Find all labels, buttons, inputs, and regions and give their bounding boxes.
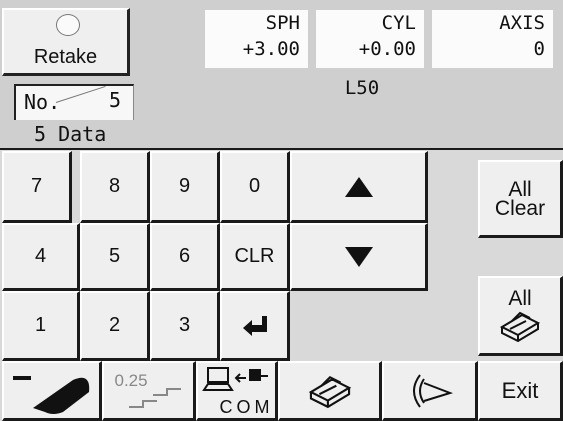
- key-5[interactable]: 5: [80, 223, 150, 291]
- record-number-box: No. 5: [14, 84, 134, 120]
- minus-lens-button[interactable]: [2, 361, 102, 421]
- record-number-label: No.: [24, 90, 61, 114]
- step-icon: 0.25: [109, 369, 189, 413]
- enter-key[interactable]: [220, 291, 290, 361]
- axis-value: 0: [533, 38, 545, 60]
- print-all-label: All: [508, 286, 532, 310]
- key-6[interactable]: 6: [150, 223, 220, 291]
- sph-value: +3.00: [242, 38, 300, 60]
- key-7[interactable]: 7: [2, 151, 72, 223]
- all-clear-button[interactable]: All Clear: [478, 160, 563, 238]
- com-label: COM: [219, 396, 274, 417]
- cyl-label: CYL: [381, 12, 416, 34]
- exit-button[interactable]: Exit: [478, 361, 563, 421]
- eye-button[interactable]: [382, 361, 478, 421]
- cyl-value: +0.00: [358, 38, 416, 60]
- lensmeter-screen: Retake No. 5 5 Data SPH +3.00 CYL +0.00 …: [0, 0, 563, 421]
- measurement-panel: Retake No. 5 5 Data SPH +3.00 CYL +0.00 …: [0, 0, 563, 148]
- divider: [55, 85, 106, 103]
- key-1[interactable]: 1: [2, 291, 80, 361]
- retake-label: Retake: [33, 46, 98, 68]
- sph-box: SPH +3.00: [205, 10, 308, 68]
- down-arrow-icon: [343, 245, 375, 269]
- key-8[interactable]: 8: [80, 151, 150, 223]
- key-2[interactable]: 2: [80, 291, 150, 361]
- minus-lens-icon: [9, 368, 95, 414]
- record-number-value: 5: [108, 88, 121, 112]
- print-button[interactable]: [278, 361, 382, 421]
- data-count: 5 Data: [34, 122, 107, 146]
- step-button[interactable]: 0.25: [102, 361, 196, 421]
- eye-icon: [402, 371, 458, 411]
- mode-indicator: L50: [344, 77, 380, 99]
- all-clear-label-1: All: [508, 177, 532, 201]
- all-clear-label-2: Clear: [494, 196, 546, 220]
- com-button[interactable]: COM: [196, 361, 278, 421]
- cyl-box: CYL +0.00: [316, 10, 424, 68]
- status-lamp-icon: [56, 14, 80, 36]
- sph-label: SPH: [265, 12, 300, 34]
- printer-icon: [496, 309, 544, 343]
- axis-label: AXIS: [499, 12, 545, 34]
- print-all-button[interactable]: All: [478, 276, 563, 356]
- up-arrow-icon: [343, 175, 375, 199]
- down-button[interactable]: [290, 223, 428, 291]
- retake-button[interactable]: Retake: [2, 8, 130, 76]
- key-4[interactable]: 4: [2, 223, 80, 291]
- up-button[interactable]: [290, 151, 428, 223]
- key-9[interactable]: 9: [150, 151, 220, 223]
- axis-box: AXIS 0: [432, 10, 553, 68]
- enter-arrow-icon: [240, 314, 270, 338]
- printer-icon: [304, 373, 356, 409]
- clear-key[interactable]: CLR: [220, 223, 290, 291]
- key-0[interactable]: 0: [220, 151, 290, 223]
- key-3[interactable]: 3: [150, 291, 220, 361]
- computer-com-icon: COM: [200, 364, 274, 418]
